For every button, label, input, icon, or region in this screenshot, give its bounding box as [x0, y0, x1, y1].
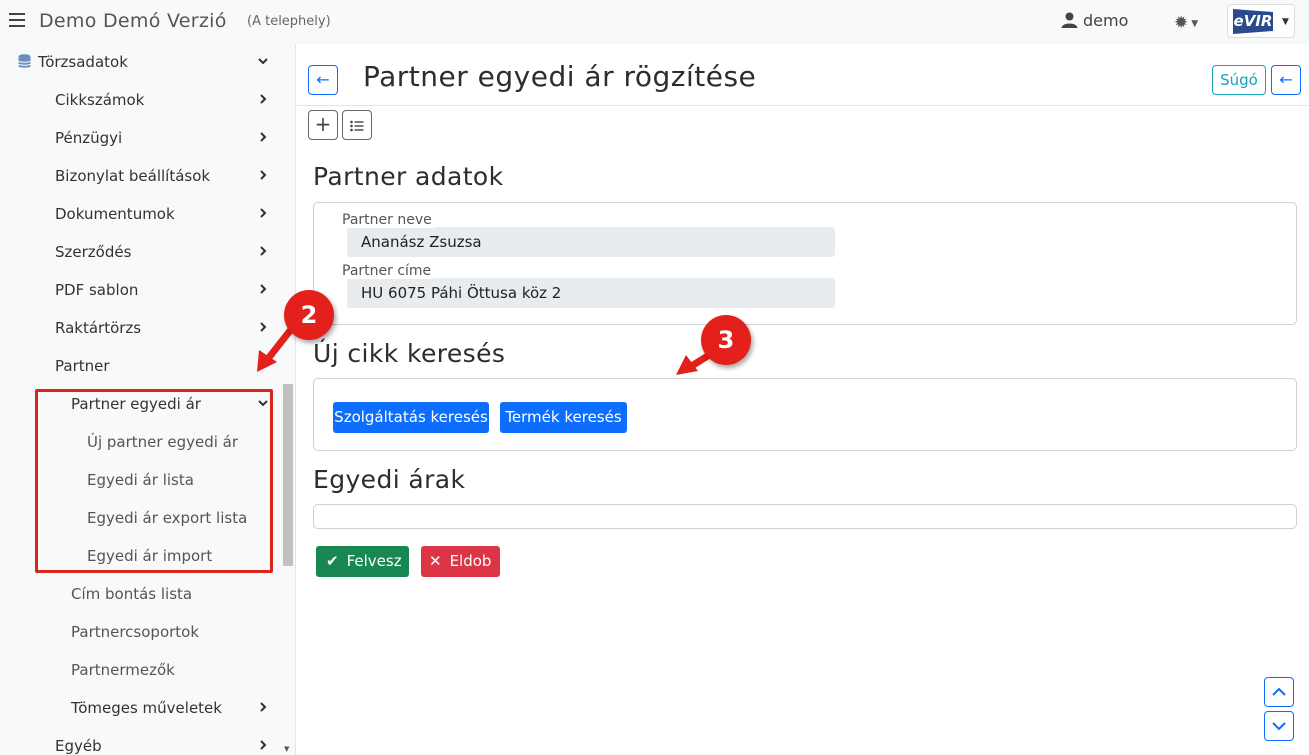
- sidebar-item-label: Partnercsoportok: [71, 623, 200, 641]
- gear-icon: ✹: [1174, 13, 1189, 33]
- user-menu[interactable]: demo: [1061, 11, 1128, 30]
- prices-card: [313, 504, 1297, 529]
- sidebar-scrollbar[interactable]: [283, 384, 293, 566]
- sidebar-item-bizonylat-beallitasok[interactable]: Bizonylat beállítások: [55, 157, 268, 195]
- sidebar-item-label: Szerződés: [55, 243, 132, 261]
- chevron-down-icon: [258, 58, 268, 65]
- arrow-left-icon: ←: [1279, 70, 1293, 89]
- chevron-right-icon: [260, 740, 267, 750]
- list-icon: [350, 120, 364, 132]
- product-search-button[interactable]: Termék keresés: [500, 402, 627, 433]
- annotation-marker-2: 2: [284, 290, 334, 340]
- sidebar-item-cim-bontas-lista[interactable]: Cím bontás lista: [71, 575, 268, 613]
- menu-toggle-icon[interactable]: [9, 13, 25, 27]
- partner-section-title: Partner adatok: [313, 162, 504, 191]
- chevron-right-icon: [260, 246, 267, 256]
- sidebar-item-szerzodes[interactable]: Szerződés: [55, 233, 268, 271]
- sidebar-item-label: Cím bontás lista: [71, 585, 193, 603]
- save-label: Felvesz: [346, 552, 402, 570]
- sidebar-item-egyeb[interactable]: Egyéb: [55, 727, 268, 755]
- service-search-button[interactable]: Szolgáltatás keresés: [333, 402, 489, 433]
- sidebar-item-label: Egyéb: [55, 737, 102, 755]
- main-content: ← Partner egyedi ár rögzítése Súgó ← + P…: [297, 44, 1309, 755]
- settings-menu[interactable]: ✹ ▼: [1174, 13, 1198, 33]
- sidebar-item-label: Raktártörzs: [55, 319, 142, 337]
- annotation-highlight-box: [35, 389, 273, 573]
- sidebar-item-label: Partnermezők: [71, 661, 175, 679]
- chevron-up-icon: [1272, 687, 1286, 696]
- chevron-right-icon: [260, 132, 267, 142]
- top-navbar: Demo Demó Verzió (A telephely) demo ✹ ▼ e…: [0, 0, 1309, 44]
- search-section-title: Új cikk keresés: [313, 339, 506, 368]
- discard-button[interactable]: ✕ Eldob: [421, 546, 500, 577]
- sidebar-item-label: Tömeges műveletek: [71, 699, 222, 717]
- partner-address-label: Partner címe: [340, 263, 434, 279]
- list-button[interactable]: [342, 110, 372, 140]
- sidebar-item-partner[interactable]: Partner: [55, 347, 268, 385]
- sidebar-item-cikkszamok[interactable]: Cikkszámok: [55, 81, 268, 119]
- partner-card: Ananász Zsuzsa Partner neve HU 6075 Páhi…: [313, 202, 1297, 325]
- sidebar-item-partnermezok[interactable]: Partnermezők: [71, 651, 268, 689]
- annotation-marker-3: 3: [701, 315, 751, 365]
- back-button[interactable]: ←: [308, 65, 338, 95]
- partner-name-field[interactable]: Ananász Zsuzsa: [347, 227, 835, 257]
- caret-down-icon: ▼: [1282, 17, 1289, 27]
- sidebar-item-penzugyi[interactable]: Pénzügyi: [55, 119, 268, 157]
- sidebar-item-torzsadatok[interactable]: Törzsadatok: [18, 44, 268, 81]
- evir-logo: eVIR: [1233, 9, 1273, 34]
- sidebar-item-label: PDF sablon: [55, 281, 139, 299]
- chevron-right-icon: [260, 208, 267, 218]
- save-button[interactable]: ✔ Felvesz: [316, 546, 409, 577]
- caret-down-icon: ▼: [1191, 19, 1199, 29]
- scroll-bottom-button[interactable]: [1264, 711, 1294, 741]
- chevron-right-icon: [260, 702, 267, 712]
- chevron-right-icon: [260, 94, 267, 104]
- arrow-left-icon: ←: [316, 70, 330, 89]
- sidebar-item-dokumentumok[interactable]: Dokumentumok: [55, 195, 268, 233]
- sidebar-item-label: Pénzügyi: [55, 129, 123, 147]
- help-button[interactable]: Súgó: [1212, 65, 1266, 95]
- sidebar-item-raktartorzs[interactable]: Raktártörzs: [55, 309, 268, 347]
- sidebar: Törzsadatok Cikkszámok Pénzügyi Bizonyla…: [0, 44, 296, 755]
- chevron-right-icon: [260, 284, 267, 294]
- sidebar-item-partnercsoportok[interactable]: Partnercsoportok: [71, 613, 268, 651]
- partner-name-label: Partner neve: [340, 212, 434, 228]
- prices-section-title: Egyedi árak: [313, 465, 466, 494]
- user-name: demo: [1083, 11, 1129, 30]
- page-title: Partner egyedi ár rögzítése: [363, 60, 757, 93]
- app-subtitle: (A telephely): [247, 14, 331, 29]
- back-button-right[interactable]: ←: [1271, 65, 1301, 95]
- sidebar-item-label: Dokumentumok: [55, 205, 175, 223]
- page-header: ← Partner egyedi ár rögzítése Súgó ←: [297, 44, 1309, 106]
- scroll-down-arrow-icon[interactable]: ▼: [284, 745, 289, 753]
- chevron-right-icon: [260, 170, 267, 180]
- sidebar-item-tomeges-muveletek[interactable]: Tömeges műveletek: [71, 689, 268, 727]
- partner-address-field[interactable]: HU 6075 Páhi Öttusa köz 2: [347, 278, 835, 308]
- chevron-down-icon: [1272, 722, 1286, 731]
- sidebar-item-label: Törzsadatok: [38, 53, 128, 71]
- add-button[interactable]: +: [308, 110, 338, 140]
- sidebar-item-label: Bizonylat beállítások: [55, 167, 211, 185]
- scroll-top-button[interactable]: [1264, 677, 1294, 707]
- app-title[interactable]: Demo Demó Verzió: [39, 10, 227, 32]
- close-icon: ✕: [429, 552, 442, 570]
- plus-icon: +: [314, 112, 332, 136]
- check-icon: ✔: [326, 552, 339, 570]
- logo-menu[interactable]: eVIR ▼: [1227, 4, 1295, 38]
- discard-label: Eldob: [449, 552, 492, 570]
- sidebar-item-label: Partner: [55, 357, 110, 375]
- sidebar-item-pdf-sablon[interactable]: PDF sablon: [55, 271, 268, 309]
- sidebar-item-label: Cikkszámok: [55, 91, 145, 109]
- user-icon: [1061, 12, 1078, 28]
- database-icon: [18, 54, 31, 68]
